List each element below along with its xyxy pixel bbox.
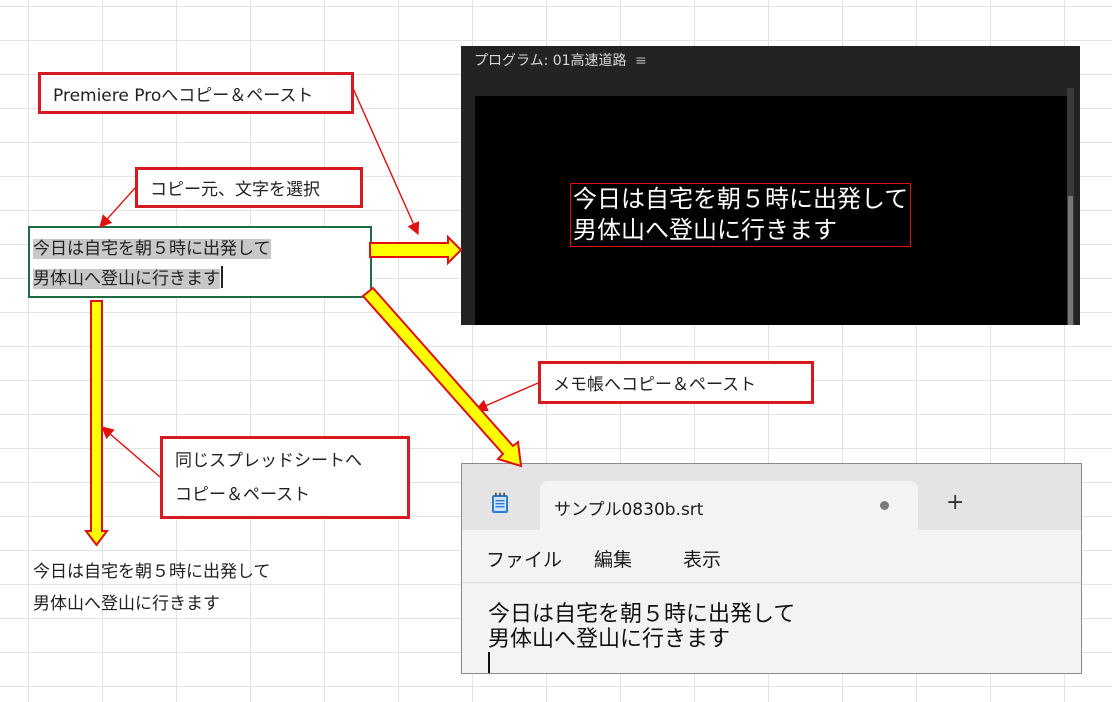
program-monitor-title-text: プログラム: 01高速道路 (474, 53, 627, 69)
pasted-cell-line1: 今日は自宅を朝５時に出発して (33, 562, 271, 582)
notepad-app-icon (492, 492, 508, 513)
notepad-menu-bar: ファイル 編集 表示 (462, 530, 1081, 583)
pointer-arrow-same-sheet (101, 426, 161, 478)
unsaved-dot-icon[interactable] (880, 501, 889, 510)
scrollbar-thumb[interactable] (1068, 196, 1073, 325)
menu-file[interactable]: ファイル (486, 545, 562, 572)
caption-text-box[interactable]: 今日は自宅を朝５時に出発して 男体山へ登山に行きます (570, 183, 912, 247)
notepad-text-area[interactable]: 今日は自宅を朝５時に出発して 男体山へ登山に行きます (488, 602, 796, 673)
tab-file[interactable]: サンプル0830b.srt (540, 481, 918, 530)
callout-notepad: メモ帳へコピー＆ペースト (538, 361, 814, 404)
callout-premiere: Premiere Proへコピー＆ペースト (38, 72, 354, 114)
callout-source-text: コピー元、文字を選択 (150, 180, 320, 200)
callout-source: コピー元、文字を選択 (135, 167, 363, 208)
text-cursor (221, 266, 223, 288)
notepad-tab-bar: サンプル0830b.srt + (462, 464, 1081, 530)
panel-menu-icon[interactable]: ≡ (635, 53, 647, 69)
callout-notepad-text: メモ帳へコピー＆ペースト (553, 375, 757, 395)
program-monitor-title[interactable]: プログラム: 01高速道路 ≡ (474, 50, 647, 70)
menu-edit[interactable]: 編集 (594, 545, 632, 572)
tab-file-title: サンプル0830b.srt (554, 500, 704, 520)
pasted-cell-line2: 男体山へ登山に行きます (33, 594, 220, 614)
source-cell-line1: 今日は自宅を朝５時に出発して (33, 239, 271, 259)
caption-line2: 男体山へ登山に行きます (573, 216, 837, 244)
notepad-window: サンプル0830b.srt + ファイル 編集 表示 今日は自宅を朝５時に出発し… (461, 463, 1082, 674)
block-arrow-to-premiere (369, 234, 463, 266)
pasted-cell[interactable]: 今日は自宅を朝５時に出発して 男体山へ登山に行きます (33, 556, 271, 620)
notepad-text-line2: 男体山へ登山に行きます (488, 627, 731, 652)
new-tab-button[interactable]: + (946, 492, 964, 514)
callout-same-sheet-line1: 同じスプレッドシートへ (175, 450, 362, 471)
pointer-arrow-premiere (351, 85, 420, 236)
callout-same-sheet: 同じスプレッドシートへ コピー＆ペースト (160, 436, 410, 519)
premiere-program-monitor: プログラム: 01高速道路 ≡ 今日は自宅を朝５時に出発して 男体山へ登山に行き… (461, 46, 1080, 325)
notepad-text-cursor (488, 652, 490, 673)
notepad-text-line1: 今日は自宅を朝５時に出発して (488, 602, 796, 627)
source-cell[interactable]: 今日は自宅を朝５時に出発して 男体山へ登山に行きます (28, 226, 372, 298)
monitor-scrollbar[interactable] (1067, 88, 1074, 325)
pointer-arrow-source (99, 186, 137, 228)
menu-view[interactable]: 表示 (683, 545, 721, 572)
pointer-arrow-notepad (474, 382, 539, 412)
caption-line1: 今日は自宅を朝５時に出発して (573, 185, 909, 213)
callout-same-sheet-line2: コピー＆ペースト (175, 484, 311, 505)
source-cell-line2: 男体山へ登山に行きます (33, 269, 220, 289)
callout-premiere-text: Premiere Proへコピー＆ペースト (53, 85, 314, 106)
block-arrow-to-same-sheet (84, 300, 109, 547)
